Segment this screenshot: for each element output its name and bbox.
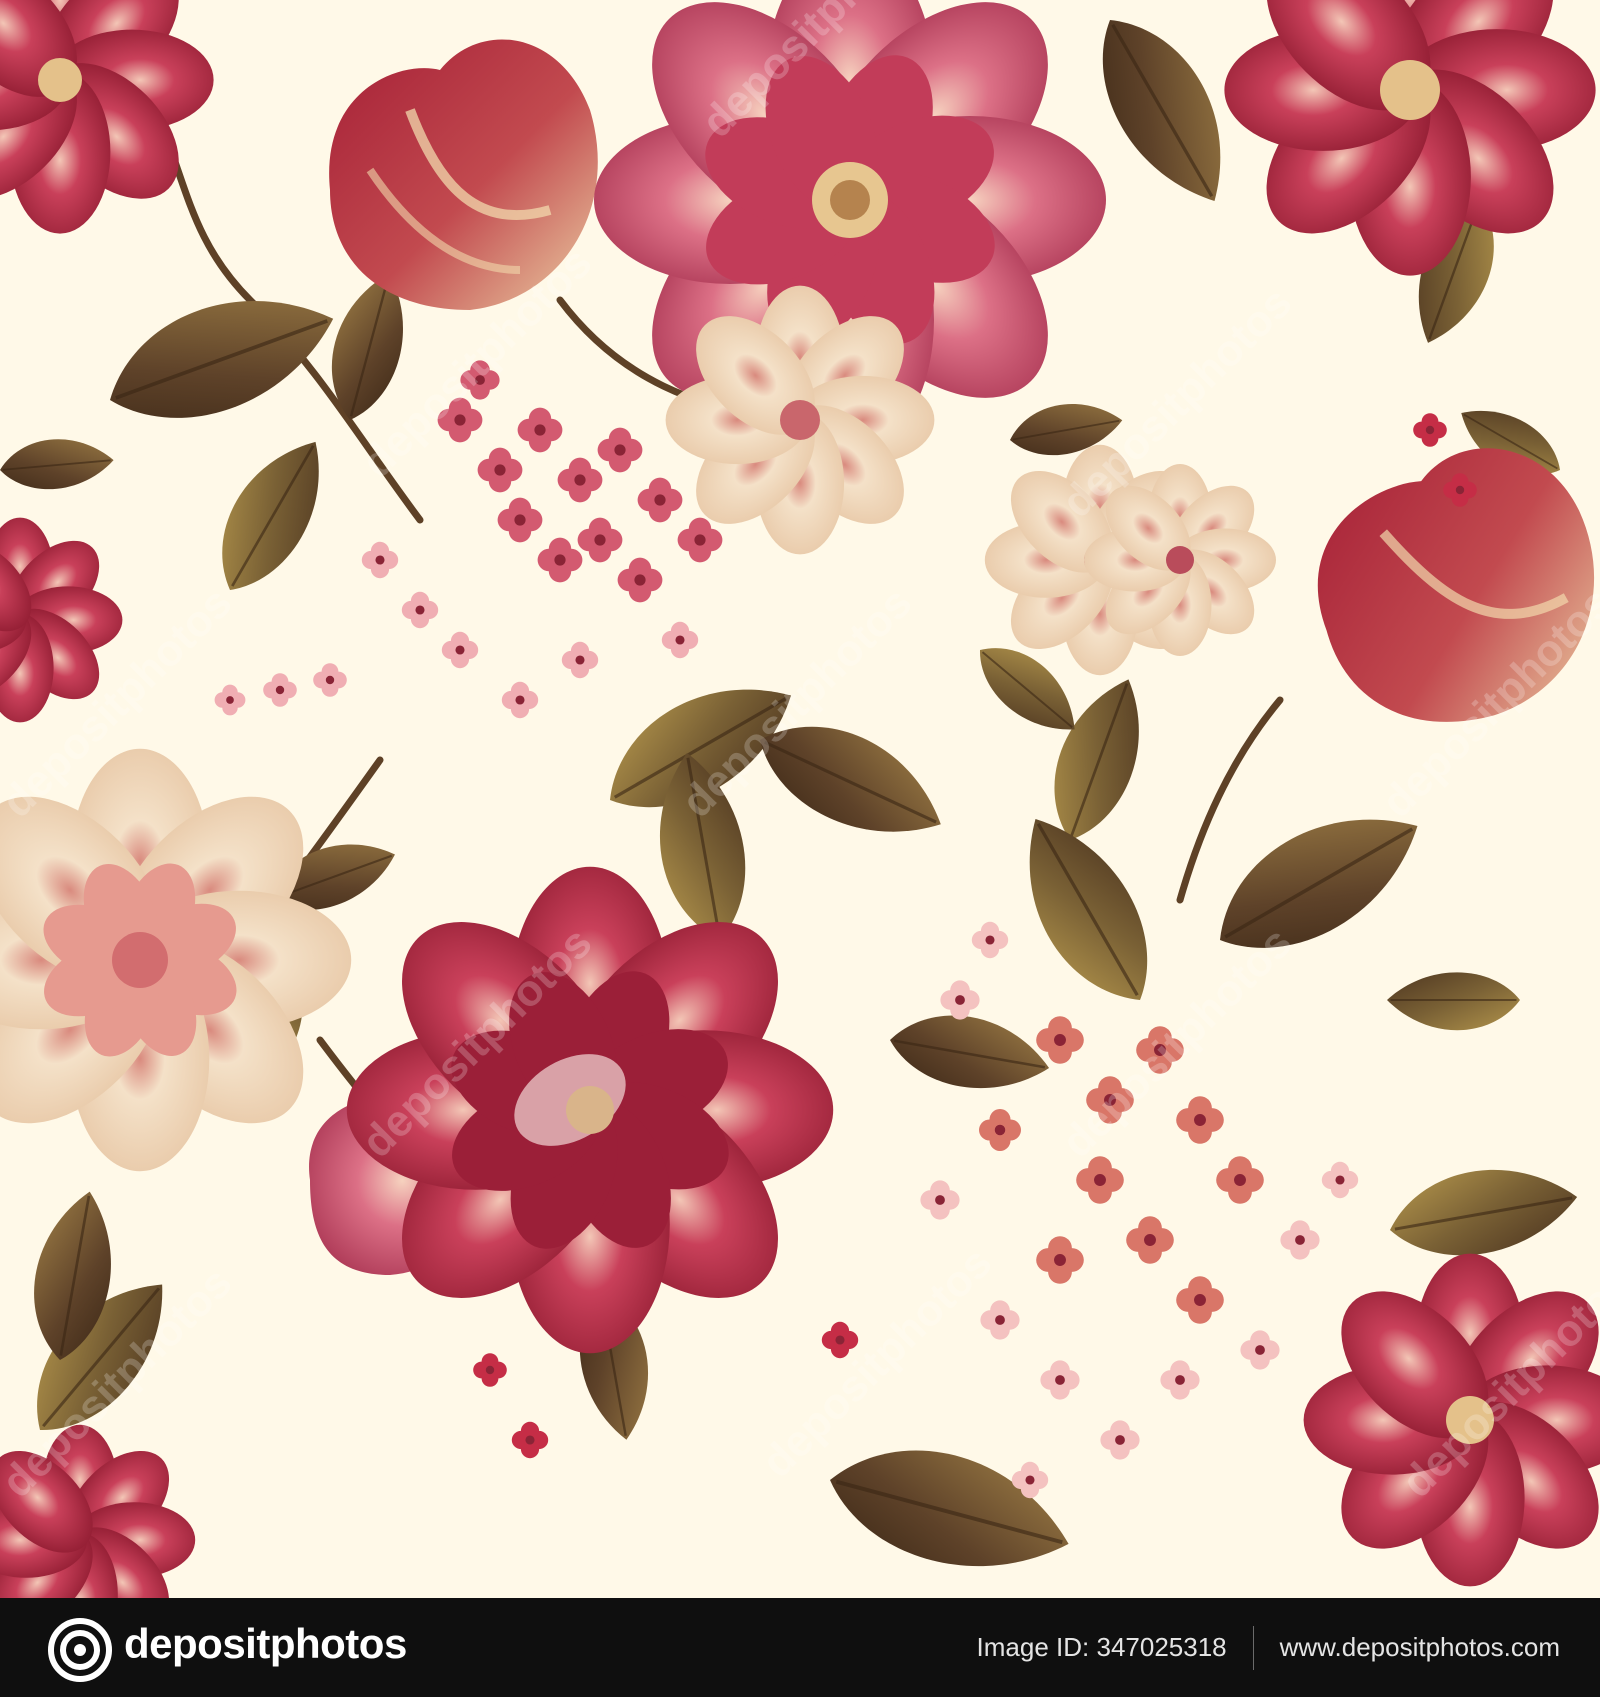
depositphotos-logo-icon bbox=[48, 1618, 112, 1682]
website-url: www.depositphotos.com bbox=[1279, 1632, 1560, 1662]
floral-pattern-artwork: depositphotos depositphotos depositphoto… bbox=[0, 0, 1600, 1598]
stock-image-canvas: depositphotos depositphotos depositphoto… bbox=[0, 0, 1600, 1697]
footer-divider bbox=[1252, 1625, 1254, 1670]
stock-footer-bar: depositphotos Image ID: 347025318 www.de… bbox=[0, 1598, 1600, 1697]
brand-name: depositphotos bbox=[124, 1620, 407, 1667]
image-id: Image ID: 347025318 bbox=[976, 1632, 1227, 1662]
footer-meta: Image ID: 347025318 www.depositphotos.co… bbox=[977, 1598, 1560, 1697]
